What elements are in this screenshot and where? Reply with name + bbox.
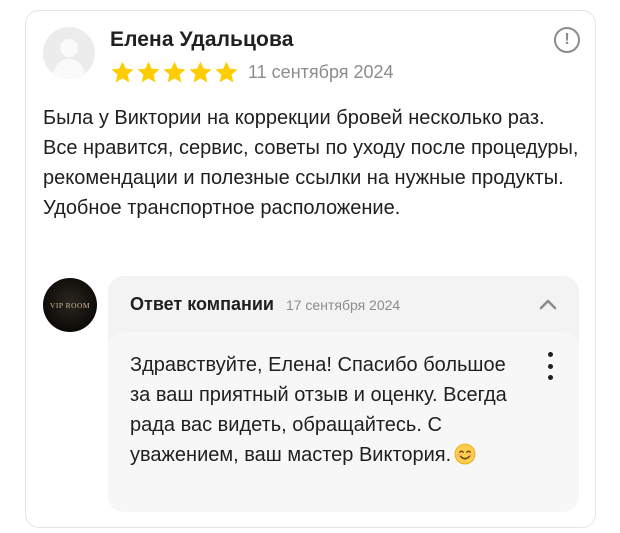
reply-title: Ответ компании — [130, 294, 274, 314]
company-logo[interactable]: VIP ROOM — [43, 278, 97, 332]
star-icon — [189, 61, 212, 83]
reply-date: 17 сентября 2024 — [285, 297, 401, 313]
review-text: Была у Виктории на коррекции бровей неск… — [43, 107, 579, 219]
report-button[interactable]: ! — [554, 27, 580, 53]
author-name[interactable]: Елена Удальцова — [110, 28, 294, 52]
star-icon — [111, 61, 134, 83]
vertical-dots-icon[interactable] — [545, 352, 555, 380]
reply-text: Здравствуйте, Елена! Спасибо большое за … — [130, 354, 507, 466]
company-logo-text: VIP ROOM — [49, 300, 91, 310]
company-reply: Ответ компании 17 сентября 2024 Здравств… — [108, 276, 579, 512]
reply-body: Здравствуйте, Елена! Спасибо большое за … — [108, 332, 579, 512]
chevron-up-icon[interactable] — [538, 296, 558, 312]
star-icon — [163, 61, 186, 83]
user-silhouette-icon — [43, 27, 95, 79]
review-card: Елена Удальцова 11 сентября 2024 ! Была … — [25, 10, 596, 528]
exclamation-icon: ! — [564, 31, 570, 48]
star-icon — [137, 61, 160, 83]
rating-stars — [110, 60, 239, 84]
smiling-face-icon — [454, 443, 476, 465]
reply-header: Ответ компании 17 сентября 2024 — [130, 294, 400, 315]
review-date: 11 сентября 2024 — [248, 62, 394, 82]
star-icon — [215, 61, 238, 83]
author-avatar[interactable] — [43, 27, 95, 79]
reply-text-container: Здравствуйте, Елена! Спасибо большое за … — [130, 350, 510, 470]
